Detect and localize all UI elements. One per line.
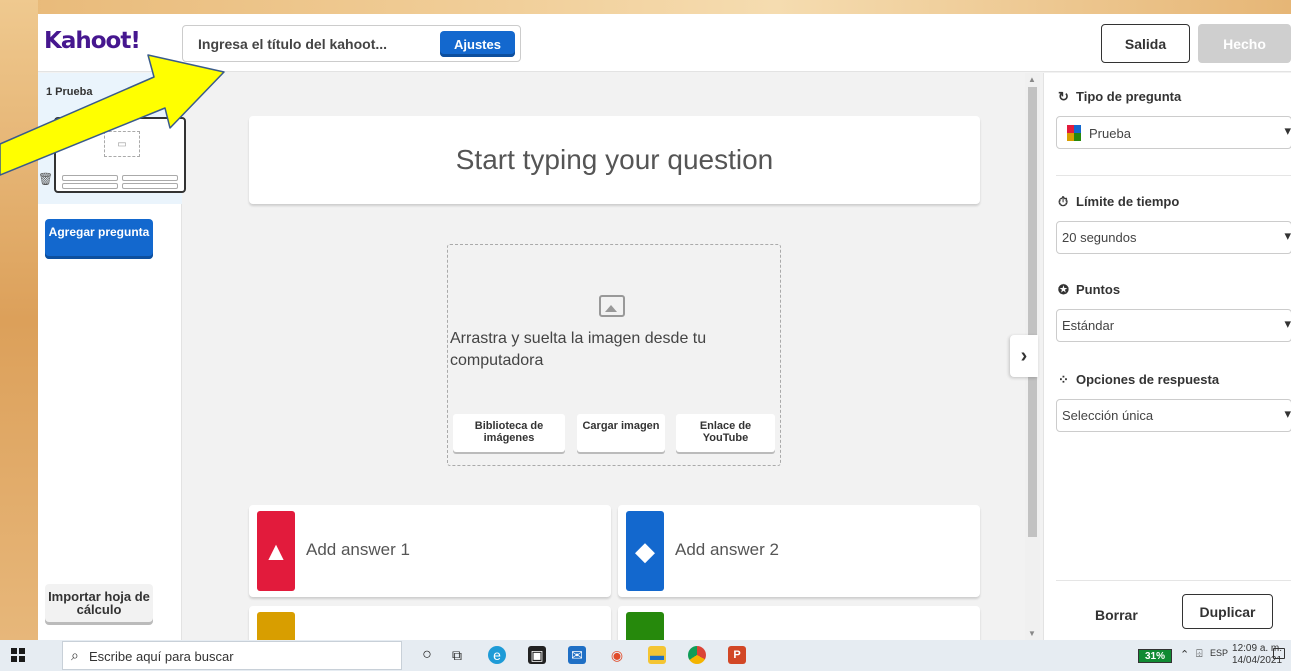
taskbar-search[interactable]: ⌕ Escribe aquí para buscar	[62, 641, 402, 670]
triangle-icon: ▲	[257, 511, 295, 591]
question-type-icon: ↻	[1058, 89, 1069, 104]
time-limit-title: ⏱ Límite de tiempo	[1058, 194, 1180, 209]
points-title: ✪ Puntos	[1058, 282, 1121, 297]
answer-4[interactable]	[618, 606, 980, 640]
question-type-title: ↻ Tipo de pregunta	[1058, 89, 1182, 104]
settings-panel: ↻ Tipo de pregunta Prueba ▾ ⏱ Límite de ti…	[1043, 73, 1291, 640]
delete-button[interactable]: Borrar	[1095, 607, 1138, 623]
square-icon	[626, 612, 664, 640]
question-placeholder: Start typing your question	[455, 144, 774, 175]
question-input[interactable]: Start typing your question	[249, 116, 980, 204]
network-icon[interactable]: ⌹	[1196, 648, 1203, 661]
exit-button[interactable]: Salida	[1101, 24, 1190, 63]
edge-icon[interactable]: e	[488, 646, 506, 664]
paint-icon[interactable]: ◉	[608, 646, 626, 664]
answer-3[interactable]	[249, 606, 611, 640]
time-limit-select[interactable]: 20 segundos ▾	[1056, 221, 1291, 254]
points-value: Estándar	[1062, 318, 1115, 333]
question-type-select[interactable]: Prueba ▾	[1056, 116, 1291, 149]
cortana-icon[interactable]: ○	[418, 646, 436, 664]
media-dropzone-text: Arrastra y suelta la imagen desde tu com…	[450, 330, 707, 369]
search-icon: ⌕	[71, 647, 79, 663]
windows-start-icon[interactable]	[11, 648, 25, 662]
answer-options-icon: ⁘	[1058, 372, 1069, 387]
collapse-panel-button[interactable]: ›	[1010, 335, 1038, 377]
file-explorer-icon[interactable]: ▬	[648, 646, 666, 664]
answer-2[interactable]: ◆ Add answer 2	[618, 505, 980, 597]
answer-options-value: Selección única	[1062, 408, 1154, 423]
settings-button[interactable]: Ajustes	[440, 31, 515, 57]
answer-options-title: ⁘ Opciones de respuesta	[1058, 372, 1220, 387]
chevron-right-icon: ›	[1020, 344, 1028, 367]
medal-icon: ✪	[1058, 282, 1069, 297]
upload-image-button[interactable]: Cargar imagen	[577, 414, 665, 452]
divider	[1056, 580, 1291, 581]
windows-taskbar: ⌕ Escribe aquí para buscar ○ ⧉ e ▣ ✉ ◉ ▬…	[0, 640, 1291, 671]
chrome-icon[interactable]	[688, 646, 706, 664]
task-view-icon[interactable]: ⧉	[448, 646, 466, 664]
add-question-button[interactable]: Agregar pregunta	[45, 219, 153, 259]
time-limit-value: 20 segundos	[1062, 230, 1137, 245]
points-select[interactable]: Estándar ▾	[1056, 309, 1291, 342]
background-strip	[0, 0, 1291, 14]
media-dropzone[interactable]: Arrastra y suelta la imagen desde tu com…	[447, 244, 781, 466]
clock-icon: ⏱	[1058, 194, 1069, 209]
chevron-down-icon: ▾	[1284, 123, 1291, 138]
chevron-down-icon: ▾	[1284, 406, 1291, 421]
chevron-down-icon: ▾	[1284, 228, 1291, 243]
notifications-icon[interactable]	[1273, 648, 1285, 659]
chevron-up-icon[interactable]: ⌃	[1180, 648, 1189, 661]
image-library-button[interactable]: Biblioteca de imágenes	[453, 414, 565, 452]
done-button[interactable]: Hecho	[1198, 24, 1291, 63]
diamond-icon: ◆	[626, 511, 664, 591]
circle-icon	[257, 612, 295, 640]
duplicate-button[interactable]: Duplicar	[1182, 594, 1273, 629]
answer-options-select[interactable]: Selección única ▾	[1056, 399, 1291, 432]
divider	[1056, 175, 1291, 176]
yellow-arrow-annotation	[0, 54, 225, 176]
battery-indicator[interactable]: 31%	[1138, 649, 1172, 663]
taskbar-search-placeholder: Escribe aquí para buscar	[89, 649, 234, 664]
chevron-down-icon: ▾	[1284, 316, 1291, 331]
powerpoint-icon[interactable]: P	[728, 646, 746, 664]
youtube-link-button[interactable]: Enlace de YouTube	[676, 414, 775, 452]
quiz-icon	[1067, 125, 1081, 141]
answer-1-placeholder: Add answer 1	[306, 540, 410, 559]
scroll-up-icon[interactable]: ▲	[1028, 75, 1036, 84]
store-icon[interactable]: ▣	[528, 646, 546, 664]
answer-1[interactable]: ▲ Add answer 1	[249, 505, 611, 597]
image-icon	[599, 295, 625, 317]
language-indicator[interactable]: ESP	[1210, 648, 1228, 658]
mail-icon[interactable]: ✉	[568, 646, 586, 664]
import-spreadsheet-button[interactable]: Importar hoja de cálculo	[45, 584, 153, 625]
scroll-down-icon[interactable]: ▼	[1028, 629, 1036, 638]
scrollbar-thumb[interactable]	[1028, 87, 1037, 537]
answer-2-placeholder: Add answer 2	[675, 540, 779, 559]
question-type-value: Prueba	[1089, 126, 1131, 141]
